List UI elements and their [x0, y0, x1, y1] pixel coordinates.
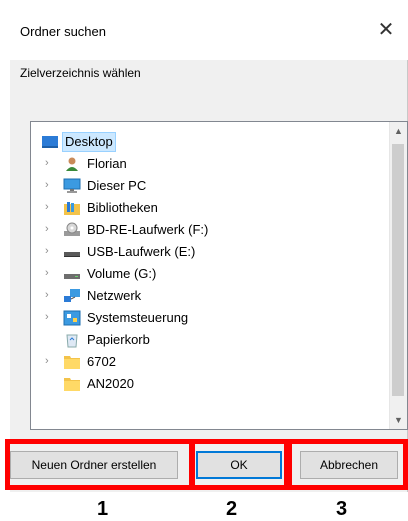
control-panel-icon: [63, 310, 81, 326]
tree-item[interactable]: › BD-RE-Laufwerk (F:): [31, 219, 379, 241]
cancel-button[interactable]: Abbrechen: [300, 451, 398, 479]
chevron-right-icon[interactable]: ›: [45, 288, 55, 302]
usb-drive-icon: [63, 244, 81, 260]
drive-icon: [63, 266, 81, 282]
scroll-down-icon[interactable]: ▼: [390, 411, 407, 429]
folder-icon: [63, 354, 81, 370]
dialog-title: Ordner suchen: [20, 24, 106, 39]
recycle-bin-icon: [63, 332, 81, 348]
tree-item[interactable]: › Volume (G:): [31, 263, 379, 285]
close-icon[interactable]: ✕: [374, 18, 398, 42]
optical-drive-icon: [63, 222, 81, 238]
title-bar: Ordner suchen ✕: [10, 0, 408, 60]
tree-item-label: BD-RE-Laufwerk (F:): [87, 222, 209, 237]
tree-item-label: Florian: [87, 156, 127, 171]
tree-item[interactable]: › Systemsteuerung: [31, 307, 379, 329]
tree-item[interactable]: AN2020: [31, 373, 379, 395]
tree-item-label: Volume (G:): [87, 266, 157, 281]
tree-item-label: 6702: [87, 354, 116, 369]
tree-item[interactable]: › Florian: [31, 153, 379, 175]
chevron-right-icon[interactable]: ›: [45, 310, 55, 324]
chevron-right-icon[interactable]: ›: [45, 200, 55, 214]
folder-icon: [63, 376, 81, 392]
tree-item[interactable]: › Dieser PC: [31, 175, 379, 197]
chevron-right-icon[interactable]: ›: [45, 244, 55, 258]
ok-button[interactable]: OK: [196, 451, 282, 479]
chevron-right-icon[interactable]: ›: [45, 156, 55, 170]
tree-item-label: Netzwerk: [87, 288, 142, 303]
desktop-folder-icon: [41, 134, 59, 150]
tree-item[interactable]: › USB-Laufwerk (E:): [31, 241, 379, 263]
folder-browser-dialog: Ordner suchen ✕ Zielverzeichnis wählen A…: [10, 0, 408, 492]
computer-icon: [63, 178, 81, 194]
tree-item-label: USB-Laufwerk (E:): [87, 244, 196, 259]
user-icon: [63, 156, 81, 172]
folder-tree[interactable]: AN2020 › 6702 Papierkorb › Systemsteuerung › Ne…: [30, 121, 408, 430]
tree-item[interactable]: Desktop: [31, 131, 379, 153]
tree-item[interactable]: Papierkorb: [31, 329, 379, 351]
scroll-up-icon[interactable]: ▲: [390, 122, 407, 140]
chevron-right-icon[interactable]: ›: [45, 354, 55, 368]
annotation-number-1: 1: [97, 498, 109, 520]
libraries-icon: [63, 200, 81, 216]
vertical-scrollbar[interactable]: ▲ ▼: [389, 122, 407, 429]
tree-item-label: Desktop: [62, 132, 116, 152]
new-folder-button[interactable]: Neuen Ordner erstellen: [10, 451, 178, 479]
scroll-thumb[interactable]: [392, 144, 404, 396]
tree-item-label: Dieser PC: [87, 178, 147, 193]
tree-item-label: AN2020: [87, 376, 134, 391]
network-icon: [63, 288, 81, 304]
tree-item-label: Systemsteuerung: [87, 310, 189, 325]
tree-item[interactable]: › 6702: [31, 351, 379, 373]
tree-item-label: Bibliotheken: [87, 200, 158, 215]
chevron-right-icon[interactable]: ›: [45, 222, 55, 236]
annotation-number-2: 2: [226, 498, 238, 520]
instruction-text: Zielverzeichnis wählen: [20, 66, 141, 80]
tree-item[interactable]: › Netzwerk: [31, 285, 379, 307]
tree-item-label: Papierkorb: [87, 332, 150, 347]
chevron-right-icon[interactable]: ›: [45, 178, 55, 192]
annotation-number-3: 3: [336, 498, 348, 520]
chevron-right-icon[interactable]: ›: [45, 266, 55, 280]
tree-item[interactable]: › Bibliotheken: [31, 197, 379, 219]
